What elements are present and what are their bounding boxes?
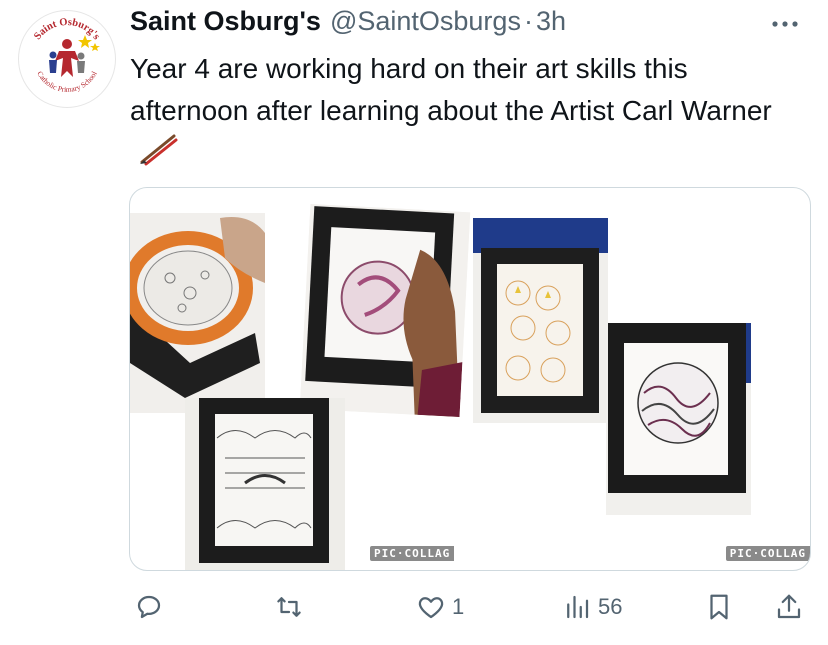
tweet-body: Year 4 are working hard on their art ski… [130, 48, 800, 174]
action-bar: 1 56 [0, 585, 828, 629]
timestamp[interactable]: 3h [536, 6, 566, 37]
heart-icon [418, 597, 444, 619]
views-count: 56 [598, 594, 623, 619]
views-icon [567, 595, 589, 619]
reply-icon [137, 595, 161, 619]
photo-candles[interactable] [473, 218, 608, 423]
paintbrush-icon [140, 134, 178, 166]
media-collage[interactable]: PIC·COLLAG PIC·COLLAG [129, 187, 811, 571]
watermark-right: PIC·COLLAG [725, 546, 810, 561]
retweet-button[interactable] [274, 585, 304, 629]
photo-wave-circle[interactable] [606, 323, 751, 515]
share-button[interactable] [774, 585, 804, 629]
share-icon [777, 594, 801, 619]
avatar[interactable]: Saint Osburg's Catholic Primary School [18, 10, 116, 108]
reply-button[interactable] [134, 585, 164, 629]
separator-dot: · [523, 6, 533, 36]
retweet-icon [277, 597, 301, 617]
display-name[interactable]: Saint Osburg's [130, 6, 321, 37]
bookmark-button[interactable] [704, 585, 734, 629]
school-logo: Saint Osburg's Catholic Primary School [21, 13, 113, 105]
tweet-header: Saint Osburg's @SaintOsburgs · 3h [130, 6, 808, 42]
photo-spider-webs[interactable] [185, 398, 345, 570]
bookmark-icon [710, 594, 728, 620]
like-button[interactable]: 1 [416, 585, 464, 629]
watermark-left: PIC·COLLAG [370, 546, 455, 561]
more-options-icon[interactable] [768, 14, 802, 34]
photo-orange-circle[interactable] [130, 213, 265, 413]
like-count: 1 [452, 594, 465, 619]
tweet-text: Year 4 are working hard on their art ski… [130, 53, 772, 126]
photo-pink-circle[interactable] [299, 203, 471, 418]
user-handle[interactable]: @SaintOsburgs [330, 6, 521, 37]
views-button[interactable]: 56 [562, 585, 622, 629]
